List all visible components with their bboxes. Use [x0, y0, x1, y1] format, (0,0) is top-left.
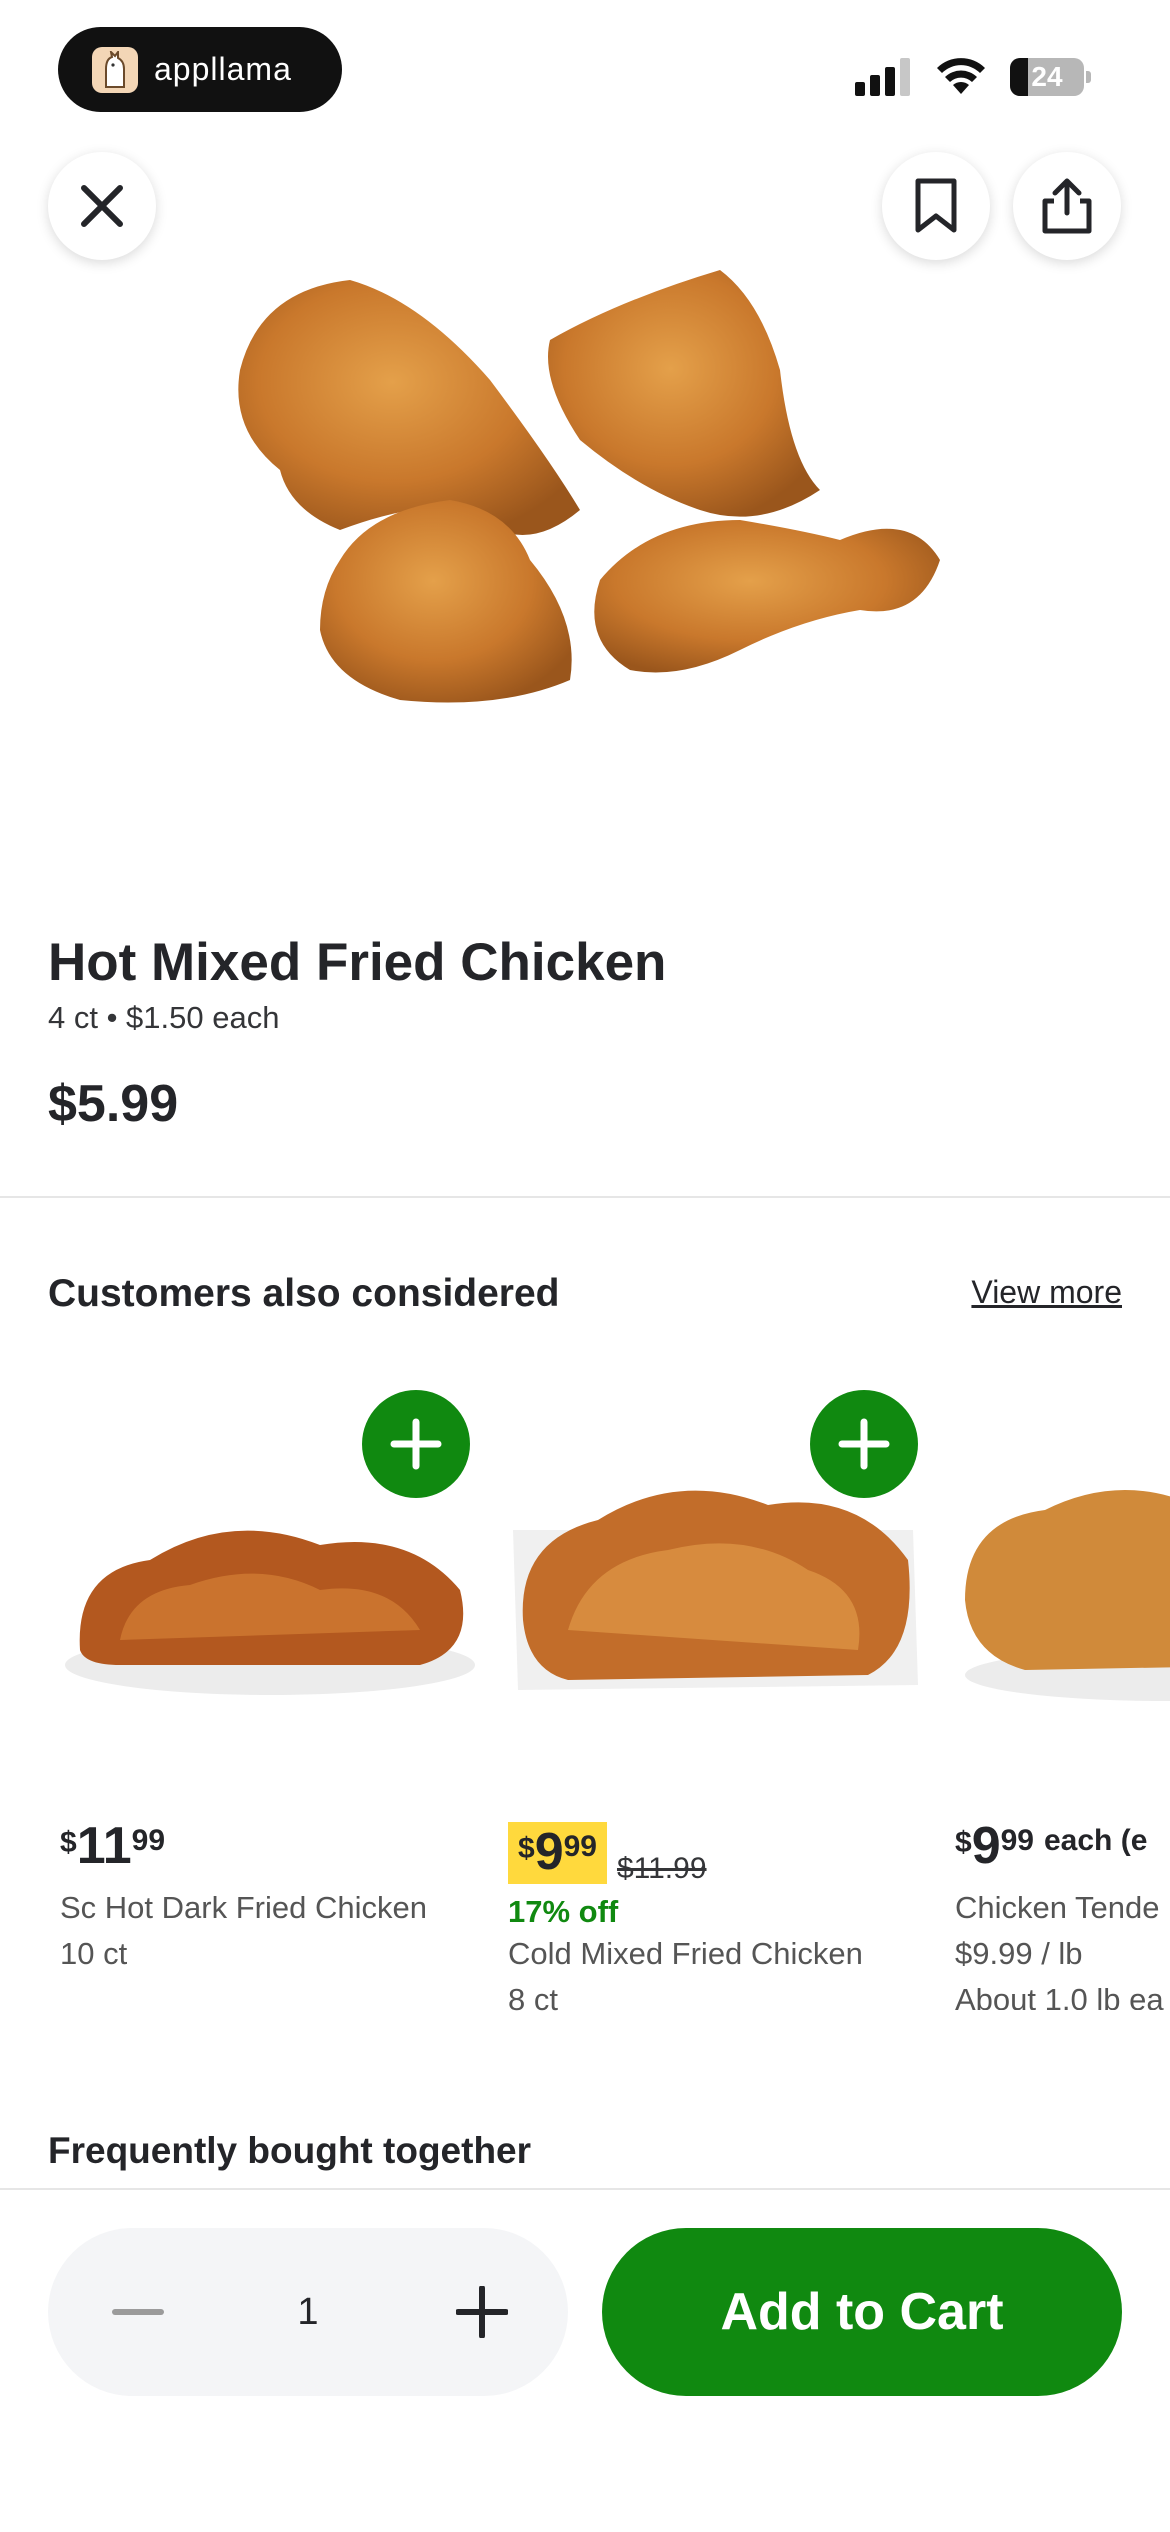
share-button[interactable]	[1013, 152, 1121, 260]
card-detail: 8 ct	[508, 1982, 558, 2017]
plus-icon	[456, 2286, 508, 2338]
close-icon	[81, 185, 123, 227]
card-name: Chicken Tende	[955, 1890, 1160, 1925]
bottom-bar: 1 Add to Cart	[0, 2188, 1170, 2532]
close-button[interactable]	[48, 152, 156, 260]
card-name: Sc Hot Dark Fried Chicken	[60, 1890, 427, 1925]
add-to-cart-button[interactable]: Add to Cart	[602, 2228, 1122, 2396]
bookmark-icon	[915, 178, 957, 233]
quantity-stepper: 1	[48, 2228, 568, 2396]
llama-logo-icon	[92, 46, 138, 93]
plus-icon	[390, 1418, 442, 1470]
card-price: $ 9 99 each (e	[955, 1817, 1148, 1875]
card-name: Cold Mixed Fried Chicken	[508, 1936, 863, 1971]
card-detail-2: About 1.0 lb ea	[955, 1982, 1164, 2010]
add-button[interactable]	[362, 1390, 470, 1498]
add-button[interactable]	[810, 1390, 918, 1498]
divider	[0, 1196, 1170, 1198]
battery-icon: 24	[1010, 58, 1091, 96]
product-subtitle: 4 ct • $1.50 each	[48, 1000, 280, 1035]
product-price: $5.99	[48, 1075, 179, 1133]
bookmark-button[interactable]	[882, 152, 990, 260]
decrease-button[interactable]	[106, 2280, 170, 2344]
minus-icon	[112, 2309, 164, 2315]
card-price: $ 11 99	[60, 1817, 166, 1875]
card-price: $ 9 99 $11.99	[508, 1822, 707, 1886]
cellular-signal-icon	[855, 58, 910, 96]
product-card[interactable]: $ 9 99 each (e Chicken Tende $9.99 / lb …	[955, 1390, 1170, 2010]
share-icon	[1042, 178, 1092, 234]
status-bar: appllama 24	[0, 0, 1170, 140]
quantity-value: 1	[297, 2291, 319, 2333]
plus-icon	[838, 1418, 890, 1470]
view-more-link[interactable]: View more	[971, 1274, 1122, 1311]
card-detail: 10 ct	[60, 1936, 128, 1971]
app-name: appllama	[154, 51, 292, 87]
sale-price: $ 9 99	[508, 1822, 607, 1884]
card-detail: $9.99 / lb	[955, 1936, 1083, 1971]
app-badge: appllama	[58, 27, 342, 112]
product-image	[965, 1490, 1170, 1701]
product-title: Hot Mixed Fried Chicken	[48, 933, 667, 992]
increase-button[interactable]	[450, 2280, 514, 2344]
battery-level: 24	[1031, 61, 1063, 92]
considered-title: Customers also considered	[48, 1272, 560, 1315]
discount-label: 17% off	[508, 1894, 619, 1929]
fried-chicken-image	[238, 270, 940, 703]
frequently-bought-title: Frequently bought together	[48, 2130, 532, 2171]
wifi-icon	[937, 58, 985, 94]
original-price: $11.99	[616, 1852, 707, 1885]
